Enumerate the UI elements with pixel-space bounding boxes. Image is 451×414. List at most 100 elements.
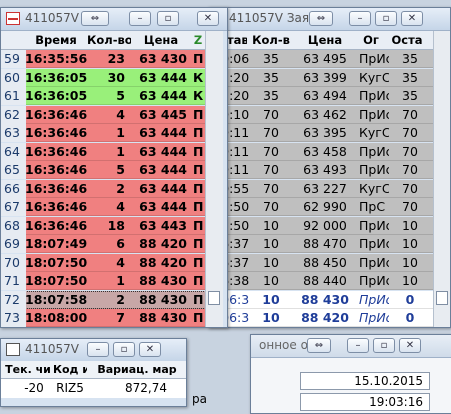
order-price: 88 430 — [301, 291, 349, 307]
trades-scrollbar[interactable] — [205, 31, 223, 327]
trade-row[interactable]: 59 16:35:56 23 63 430 П — [1, 50, 206, 68]
date-field[interactable]: 15.10.2015 — [300, 372, 430, 390]
maximize-icon[interactable]: ▫ — [373, 338, 395, 353]
bg-info-titlebar: онное окно ⇔ – ▫ ✕ — [251, 335, 451, 358]
row-index: 70 — [1, 253, 26, 272]
date-value: 15.10.2015 — [354, 374, 423, 388]
col-qty[interactable]: Кол-в — [249, 31, 293, 49]
row-index: 62 — [1, 105, 26, 124]
order-source: ПрИс — [359, 143, 389, 159]
order-price: 88 440 — [303, 273, 347, 288]
col-price[interactable]: Цена — [133, 31, 189, 49]
orders-grid: 6:40:063563 495ПрИс357:27:203563 399КугС… — [209, 50, 435, 327]
order-rest: 70 — [402, 180, 418, 196]
trade-op: П — [193, 125, 204, 140]
order-row[interactable]: 7:27:203563 494ПрИс35 — [209, 87, 435, 105]
order-row[interactable]: 8:00:557063 227КугС70 — [209, 179, 435, 198]
trade-row[interactable]: 66 16:36:46 2 63 444 П — [1, 179, 206, 198]
order-row[interactable]: 8:06:381088 440ПрИс10 — [209, 272, 435, 290]
trade-row[interactable]: 71 18:07:50 1 88 430 П — [1, 272, 206, 290]
row-index: 66 — [1, 179, 26, 198]
col-code[interactable]: Код и — [53, 361, 87, 378]
order-row[interactable]: 7:29:117063 458ПрИс70 — [209, 142, 435, 161]
trades-header: Время Кол-во Цена Z — [1, 31, 206, 50]
minimize-icon[interactable]: – — [87, 342, 109, 357]
scroll-thumb[interactable] — [208, 291, 220, 305]
col-time[interactable]: Время — [25, 31, 87, 49]
trade-op: П — [193, 254, 204, 270]
minimize-icon[interactable]: – — [129, 11, 151, 26]
trade-row[interactable]: 62 16:36:46 4 63 445 П — [1, 105, 206, 124]
position-current: -20 — [24, 381, 44, 395]
order-price: 63 399 — [303, 69, 347, 85]
trade-price: 63 444 — [139, 88, 187, 103]
trade-qty: 2 — [116, 291, 125, 307]
minimize-icon[interactable]: – — [349, 11, 371, 26]
trade-time: 16:36:46 — [25, 106, 87, 122]
trade-qty: 1 — [116, 143, 125, 159]
trade-time: 16:35:56 — [25, 51, 87, 66]
close-icon[interactable]: ✕ — [401, 11, 423, 26]
trade-row[interactable]: 65 16:36:46 5 63 444 П — [1, 161, 206, 179]
order-row[interactable]: 8:06:371088 450ПрИс10 — [209, 253, 435, 272]
close-icon[interactable]: ✕ — [197, 11, 219, 26]
order-price: 88 470 — [303, 236, 347, 251]
close-icon[interactable]: ✕ — [399, 338, 421, 353]
trade-row[interactable]: 72 18:07:58 2 88 430 П — [1, 290, 206, 309]
row-index: 59 — [1, 50, 26, 68]
col-current[interactable]: Тек. чи — [5, 361, 51, 378]
order-price: 63 495 — [303, 51, 347, 66]
maximize-icon[interactable]: ▫ — [157, 11, 179, 26]
trade-row[interactable]: 64 16:36:46 1 63 444 П — [1, 142, 206, 161]
trade-row[interactable]: 67 16:36:46 4 63 444 П — [1, 198, 206, 216]
maximize-icon[interactable]: ▫ — [113, 342, 135, 357]
order-row[interactable]: 7:29:117063 493ПрИс70 — [209, 161, 435, 179]
order-row[interactable]: 18:06:381088 430ПрИс0 — [209, 290, 435, 309]
trade-price: 88 420 — [139, 254, 187, 270]
trade-qty: 23 — [107, 51, 125, 66]
restore-icon[interactable]: ⇔ — [81, 11, 109, 26]
trade-row[interactable]: 61 16:36:05 5 63 444 К — [1, 87, 206, 105]
order-row[interactable]: 7:29:117063 395КугС70 — [209, 124, 435, 142]
col-source[interactable]: Ог — [357, 31, 385, 49]
trade-qty: 4 — [116, 254, 125, 270]
order-source: ПрИс — [359, 217, 389, 233]
scroll-thumb[interactable] — [436, 291, 448, 305]
order-row[interactable]: 7:29:107063 462ПрИс70 — [209, 105, 435, 124]
close-icon[interactable]: ✕ — [139, 342, 161, 357]
col-price[interactable]: Цена — [295, 31, 355, 49]
col-margin[interactable]: Вариац. мар — [89, 361, 185, 378]
trade-row[interactable]: 69 18:07:49 6 88 420 П — [1, 235, 206, 253]
order-price: 88 420 — [301, 310, 349, 325]
order-row[interactable]: 8:06:371088 470ПрИс10 — [209, 235, 435, 253]
trade-row[interactable]: 68 16:36:46 18 63 443 П — [1, 216, 206, 235]
trade-qty: 6 — [116, 236, 125, 251]
order-row[interactable]: 6:40:063563 495ПрИс35 — [209, 50, 435, 68]
order-row[interactable]: 8:05:501092 000ПрИс10 — [209, 216, 435, 235]
order-row[interactable]: 8:05:507062 990ПрС70 — [209, 198, 435, 216]
trade-row[interactable]: 73 18:08:00 7 88 430 П — [1, 309, 206, 327]
col-qty[interactable]: Кол-во — [87, 31, 131, 49]
col-op[interactable]: Z — [191, 31, 205, 49]
trade-qty: 18 — [107, 217, 125, 233]
restore-icon[interactable]: ⇔ — [307, 338, 331, 353]
order-row[interactable]: 7:27:203563 399КугС35 — [209, 68, 435, 87]
app-icon — [6, 12, 20, 25]
maximize-icon[interactable]: ▫ — [375, 11, 397, 26]
trade-row[interactable]: 63 16:36:46 1 63 444 П — [1, 124, 206, 142]
time-field[interactable]: 19:03:16 — [300, 393, 430, 411]
row-index: 64 — [1, 142, 26, 161]
order-source: ПрИс — [359, 106, 389, 122]
minimize-icon[interactable]: – — [347, 338, 369, 353]
col-rest[interactable]: Оста — [387, 31, 427, 49]
position-row[interactable]: -20 RIZ5 872,74 — [1, 379, 186, 398]
trade-price: 63 444 — [139, 162, 187, 177]
order-rest: 70 — [402, 199, 418, 214]
trade-row[interactable]: 70 18:07:50 4 88 420 П — [1, 253, 206, 272]
trade-row[interactable]: 60 16:36:05 30 63 444 К — [1, 68, 206, 87]
restore-icon[interactable]: ⇔ — [309, 11, 333, 26]
trade-price: 88 430 — [139, 291, 187, 307]
order-row[interactable]: 18:06:391088 420ПрИс0 — [209, 309, 435, 327]
order-qty: 35 — [263, 69, 279, 85]
orders-scrollbar[interactable] — [433, 31, 450, 327]
